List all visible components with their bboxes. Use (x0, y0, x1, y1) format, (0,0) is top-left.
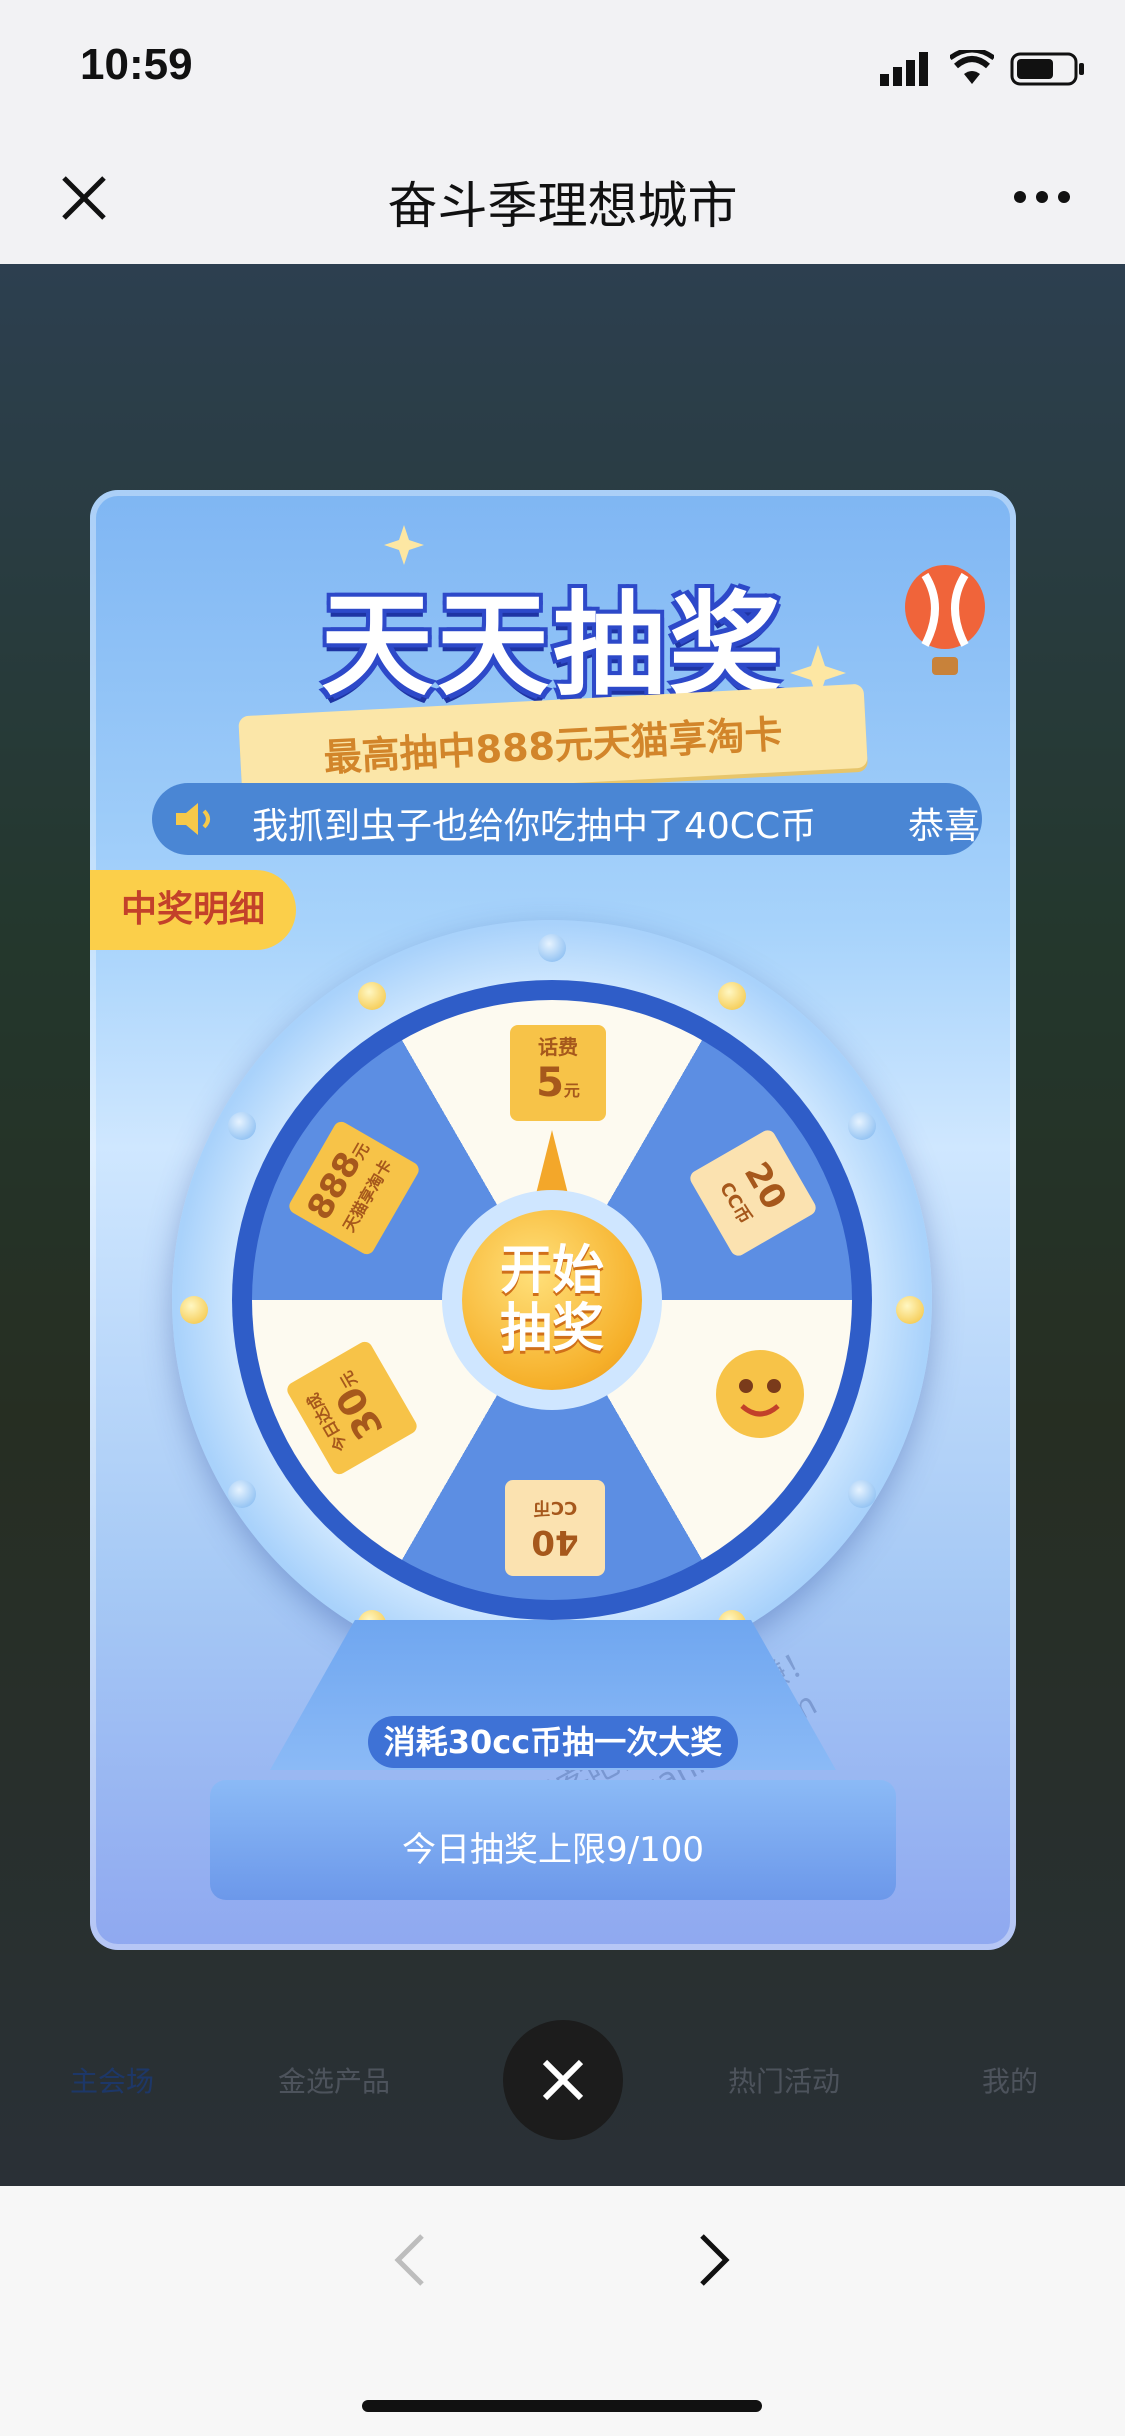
browser-toolbar (0, 2186, 1125, 2436)
back-arrow-icon[interactable] (392, 2232, 428, 2288)
prize-40cc: 40 CC币 (505, 1480, 605, 1576)
rim-dot (848, 1480, 876, 1508)
rim-dot (180, 1296, 208, 1324)
page-title: 奋斗季理想城市 (387, 177, 738, 235)
close-icon (542, 2059, 584, 2101)
prize-details-button[interactable]: 中奖明细 (90, 870, 296, 950)
rim-dot (538, 934, 566, 962)
modal-close-button[interactable] (503, 2020, 623, 2140)
prize-value: 5 (536, 1060, 564, 1106)
wifi-icon (950, 50, 994, 84)
prize-phone-credit: 话费 5元 (510, 1025, 606, 1121)
speaker-icon (176, 803, 210, 835)
start-draw-label[interactable]: 开始 抽奖 (462, 1242, 642, 1358)
forward-arrow-icon[interactable] (696, 2232, 732, 2288)
prize-unit: 元 (563, 1081, 580, 1100)
lottery-modal: 天天抽奖 最高抽中888元天猫享淘卡 我抓到虫子也给你吃抽中了40CC币 恭喜 … (90, 490, 1016, 1950)
status-time: 10:59 (80, 40, 193, 89)
home-indicator (362, 2400, 762, 2412)
prize-label: 话费 (538, 1035, 578, 1059)
prize-unit: CC币 (532, 1497, 578, 1518)
rim-dot (718, 982, 746, 1010)
modal-title: 天天抽奖 (321, 581, 785, 711)
marquee-message-next: 恭喜 (908, 806, 981, 847)
prize-value: 40 (531, 1522, 579, 1562)
rim-dot (228, 1112, 256, 1140)
rim-dot (848, 1112, 876, 1140)
more-icon[interactable] (1014, 190, 1070, 204)
battery-icon (1010, 52, 1084, 86)
winner-marquee: 我抓到虫子也给你吃抽中了40CC币 恭喜 (152, 783, 982, 855)
marquee-message: 我抓到虫子也给你吃抽中了40CC币 (252, 806, 817, 847)
rim-dot (358, 982, 386, 1010)
daily-limit: 今日抽奖上限9/100 (402, 1830, 704, 1870)
rim-dot (228, 1480, 256, 1508)
smiley-icon (716, 1350, 804, 1438)
signal-icon (880, 52, 928, 86)
rim-dot (896, 1296, 924, 1324)
cost-label: 消耗30cc币抽一次大奖 (368, 1716, 738, 1768)
